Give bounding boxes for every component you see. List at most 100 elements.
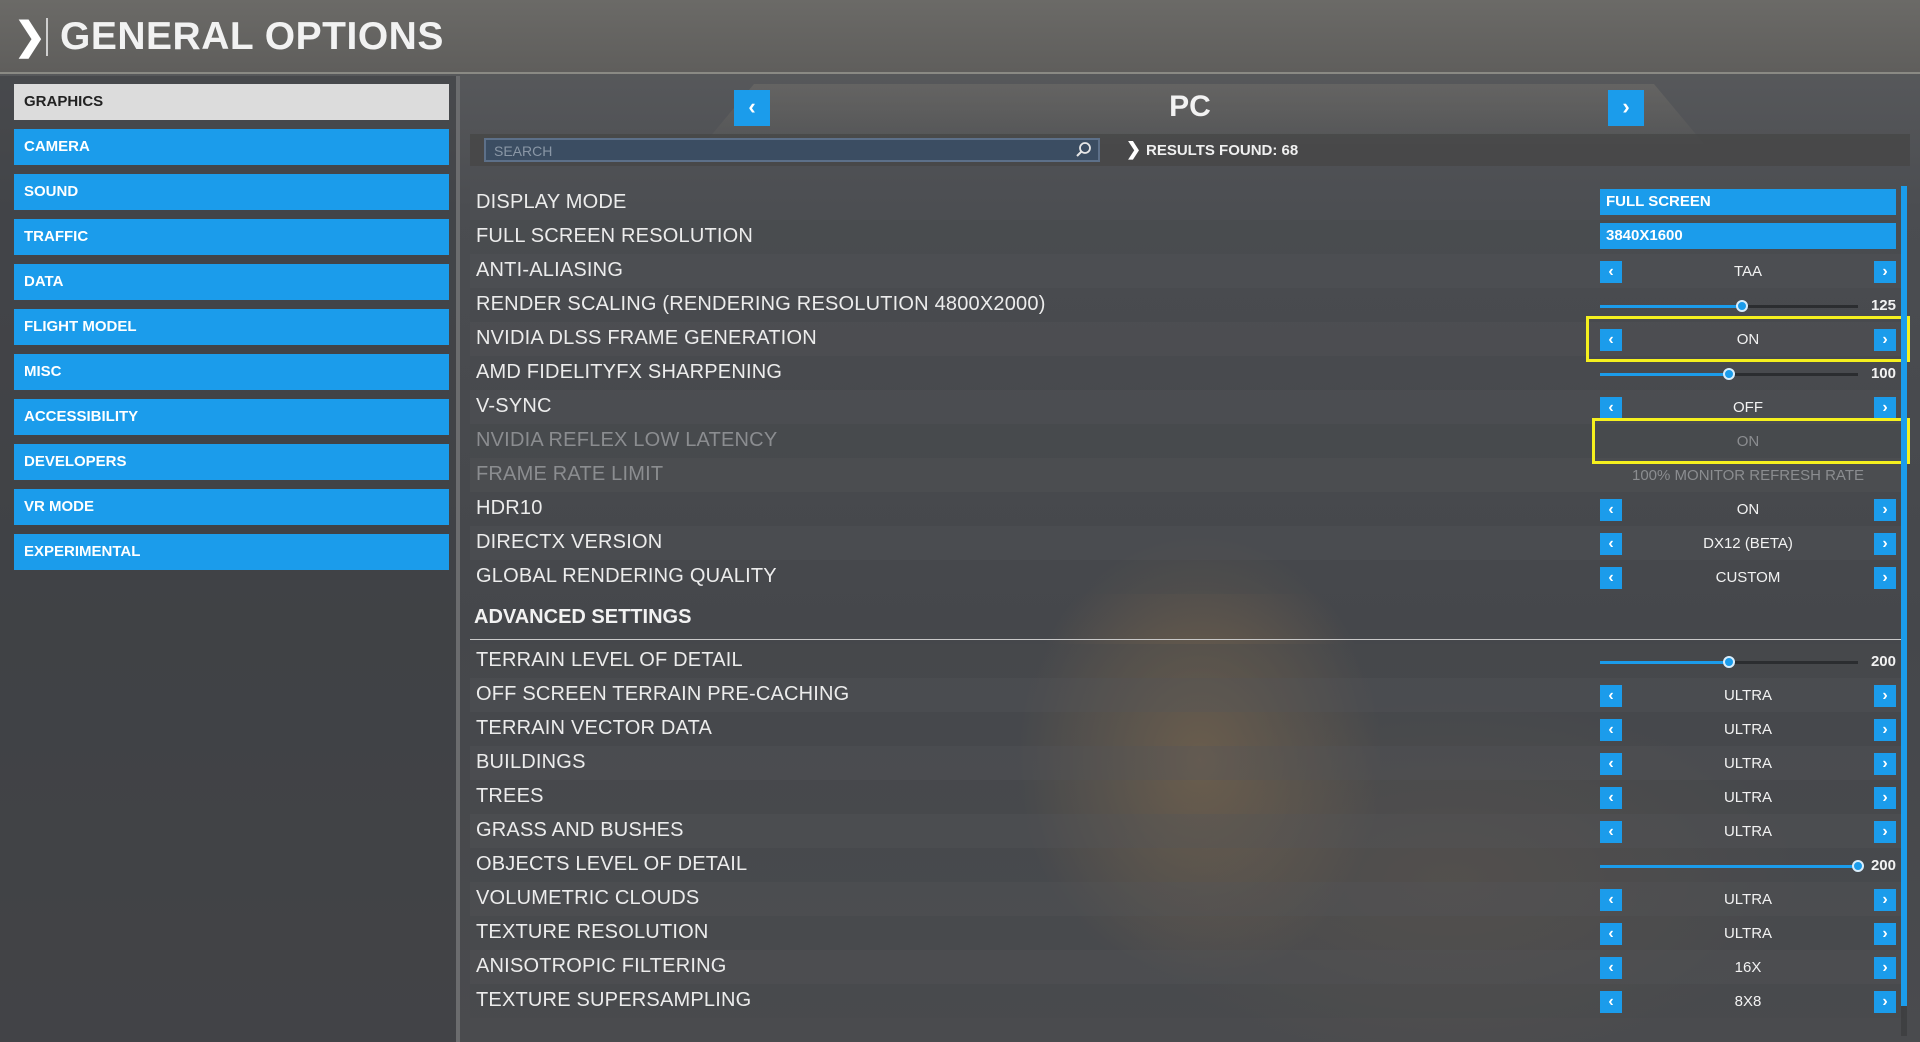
chevron-right-icon: › xyxy=(1622,94,1630,119)
setting-row-reflex-low-latency: NVIDIA REFLEX LOW LATENCY ON xyxy=(470,424,1904,458)
slider-fill xyxy=(1600,305,1742,308)
chevron-right-icon[interactable]: › xyxy=(1874,753,1896,775)
back-chevron-icon[interactable]: ❯ xyxy=(14,18,46,56)
chevron-right-icon[interactable]: › xyxy=(1874,923,1896,945)
slider-thumb[interactable] xyxy=(1723,656,1735,668)
sidebar-item-vr-mode[interactable]: VR MODE xyxy=(14,489,449,525)
selector-value: ULTRA xyxy=(1723,789,1773,806)
sidebar-item-data[interactable]: DATA xyxy=(14,264,449,300)
selector-value: ULTRA xyxy=(1723,687,1773,704)
setting-label: OFF SCREEN TERRAIN PRE-CACHING xyxy=(476,683,850,705)
slider-track[interactable] xyxy=(1600,300,1858,312)
slider-track[interactable] xyxy=(1600,368,1858,380)
slider-thumb[interactable] xyxy=(1852,860,1864,872)
setting-label: HDR10 xyxy=(476,497,543,519)
selector-value: ULTRA xyxy=(1723,891,1773,908)
setting-label: TEXTURE SUPERSAMPLING xyxy=(476,989,752,1011)
chevron-right-icon[interactable]: › xyxy=(1874,533,1896,555)
display-mode-dropdown[interactable]: FULL SCREEN xyxy=(1600,189,1896,215)
chevron-left-icon[interactable]: ‹ xyxy=(1600,991,1622,1013)
chevron-right-icon[interactable]: › xyxy=(1874,787,1896,809)
chevron-left-icon[interactable]: ‹ xyxy=(1600,567,1622,589)
vsync-selector: ‹ OFF › xyxy=(1600,393,1896,421)
sidebar-item-graphics[interactable]: GRAPHICS xyxy=(14,84,449,120)
chevron-left-icon[interactable]: ‹ xyxy=(1600,329,1622,351)
setting-label: TEXTURE RESOLUTION xyxy=(476,921,709,943)
chevron-left-icon[interactable]: ‹ xyxy=(1600,821,1622,843)
setting-label: ANISOTROPIC FILTERING xyxy=(476,955,727,977)
setting-row-display-mode: DISPLAY MODE FULL SCREEN xyxy=(470,186,1904,220)
slider-value: 125 xyxy=(1870,297,1896,314)
setting-label: ANTI-ALIASING xyxy=(476,259,624,281)
sharpening-slider: 100 xyxy=(1600,359,1896,387)
chevron-left-icon[interactable]: ‹ xyxy=(1600,499,1622,521)
search-row: ❯ RESULTS FOUND: 68 xyxy=(470,134,1910,166)
chevron-left-icon[interactable]: ‹ xyxy=(1600,753,1622,775)
chevron-right-icon[interactable]: › xyxy=(1874,991,1896,1013)
sidebar-item-traffic[interactable]: TRAFFIC xyxy=(14,219,449,255)
search-box[interactable] xyxy=(484,138,1100,162)
setting-row-terrain-vector-data: TERRAIN VECTOR DATA ‹ ULTRA › xyxy=(470,712,1904,746)
directx-version-selector: ‹ DX12 (BETA) › xyxy=(1600,529,1896,557)
chevron-left-icon[interactable]: ‹ xyxy=(1600,533,1622,555)
platform-title: PC xyxy=(1169,90,1211,123)
sidebar-item-experimental[interactable]: EXPERIMENTAL xyxy=(14,534,449,570)
disabled-value: 100% MONITOR REFRESH RATE xyxy=(1632,467,1864,484)
setting-row-anti-aliasing: ANTI-ALIASING ‹ TAA › xyxy=(470,254,1904,288)
selector-value: ON xyxy=(1736,331,1760,348)
sidebar-item-developers[interactable]: DEVELOPERS xyxy=(14,444,449,480)
chevron-left-icon[interactable]: ‹ xyxy=(1600,923,1622,945)
setting-row-grass-bushes: GRASS AND BUSHES ‹ ULTRA › xyxy=(470,814,1904,848)
dlss-frame-generation-selector: ‹ ON › xyxy=(1600,325,1896,353)
clouds-selector: ‹ ULTRA › xyxy=(1600,885,1896,913)
chevron-left-icon[interactable]: ‹ xyxy=(1600,719,1622,741)
chevron-right-icon[interactable]: › xyxy=(1874,567,1896,589)
chevron-left-icon[interactable]: ‹ xyxy=(1600,397,1622,419)
selector-value: DX12 (BETA) xyxy=(1703,535,1793,552)
chevron-right-icon[interactable]: › xyxy=(1874,685,1896,707)
chevron-right-icon[interactable]: › xyxy=(1874,957,1896,979)
chevron-right-icon[interactable]: › xyxy=(1874,499,1896,521)
chevron-left-icon[interactable]: ‹ xyxy=(1600,889,1622,911)
results-chevron-icon: ❯ xyxy=(1126,139,1142,159)
slider-track[interactable] xyxy=(1600,860,1864,872)
scrollbar[interactable] xyxy=(1901,186,1907,1036)
sidebar-item-camera[interactable]: CAMERA xyxy=(14,129,449,165)
chevron-left-icon[interactable]: ‹ xyxy=(1600,787,1622,809)
main-panel: ‹ PC › ❯ RESULTS FOUND: 68 DISPLAY MODE … xyxy=(464,76,1920,1042)
slider-value: 200 xyxy=(1870,857,1896,874)
slider-track[interactable] xyxy=(1600,656,1858,668)
platform-next-button[interactable]: › xyxy=(1608,90,1644,126)
texture-resolution-selector: ‹ ULTRA › xyxy=(1600,919,1896,947)
chevron-left-icon[interactable]: ‹ xyxy=(1600,957,1622,979)
grass-bushes-selector: ‹ ULTRA › xyxy=(1600,817,1896,845)
chevron-right-icon[interactable]: › xyxy=(1874,719,1896,741)
sidebar-item-flight-model[interactable]: FLIGHT MODEL xyxy=(14,309,449,345)
scrollbar-thumb[interactable] xyxy=(1901,186,1907,1006)
chevron-right-icon[interactable]: › xyxy=(1874,261,1896,283)
sidebar-item-accessibility[interactable]: ACCESSIBILITY xyxy=(14,399,449,435)
sidebar-item-sound[interactable]: SOUND xyxy=(14,174,449,210)
slider-thumb[interactable] xyxy=(1735,300,1748,312)
chevron-right-icon[interactable]: › xyxy=(1874,397,1896,419)
setting-label: BUILDINGS xyxy=(476,751,586,773)
global-quality-selector: ‹ CUSTOM › xyxy=(1600,563,1896,591)
selector-value: OFF xyxy=(1733,399,1763,416)
chevron-right-icon[interactable]: › xyxy=(1874,889,1896,911)
resolution-dropdown[interactable]: 3840X1600 xyxy=(1600,223,1896,249)
setting-label: TERRAIN LEVEL OF DETAIL xyxy=(476,649,743,671)
sidebar-item-misc[interactable]: MISC xyxy=(14,354,449,390)
chevron-left-icon[interactable]: ‹ xyxy=(1600,261,1622,283)
chevron-left-icon[interactable]: ‹ xyxy=(1600,685,1622,707)
platform-prev-button[interactable]: ‹ xyxy=(734,90,770,126)
slider-thumb[interactable] xyxy=(1723,368,1735,380)
search-icon[interactable] xyxy=(1074,140,1094,160)
disabled-value: ON xyxy=(1736,433,1760,450)
terrain-precaching-selector: ‹ ULTRA › xyxy=(1600,681,1896,709)
selector-value: 16X xyxy=(1734,959,1762,976)
chevron-right-icon[interactable]: › xyxy=(1874,329,1896,351)
slider-value: 100 xyxy=(1870,365,1896,382)
selector-value: ULTRA xyxy=(1723,823,1773,840)
chevron-right-icon[interactable]: › xyxy=(1874,821,1896,843)
search-input[interactable] xyxy=(494,142,1054,160)
